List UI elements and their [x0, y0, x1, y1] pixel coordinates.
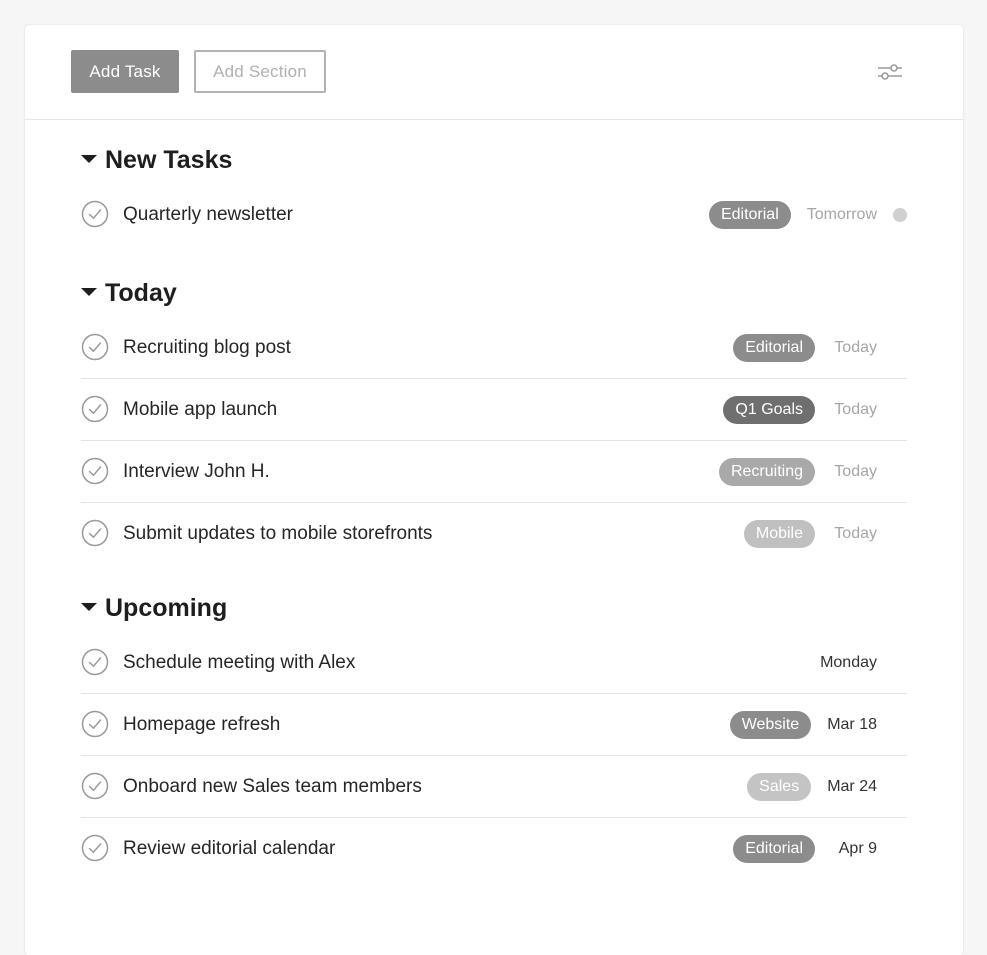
task-title: Submit updates to mobile storefronts	[123, 523, 433, 544]
toolbar: Add Task Add Section	[25, 25, 963, 120]
due-date: Mar 24	[827, 777, 877, 795]
due-date: Tomorrow	[806, 205, 877, 223]
check-circle-icon[interactable]	[81, 395, 109, 423]
caret-down-icon[interactable]	[81, 155, 97, 163]
check-circle-icon[interactable]	[81, 710, 109, 738]
task-row[interactable]: Schedule meeting with Alex Monday	[81, 632, 907, 694]
tag-badge[interactable]: Sales	[747, 772, 812, 801]
tag-badge[interactable]: Editorial	[733, 333, 815, 362]
section-header[interactable]: New Tasks	[81, 144, 907, 176]
task-title: Mobile app launch	[123, 399, 278, 420]
task-row[interactable]: Submit updates to mobile storefronts Mob…	[81, 503, 907, 564]
check-circle-icon[interactable]	[81, 772, 109, 800]
task-row[interactable]: Onboard new Sales team members Sales Mar…	[81, 756, 907, 818]
section-header[interactable]: Upcoming	[81, 592, 907, 624]
due-date: Today	[834, 462, 877, 480]
add-task-button[interactable]: Add Task	[71, 50, 179, 93]
section-title: Today	[105, 279, 177, 307]
task-row[interactable]: Quarterly newsletter Editorial Tomorrow	[81, 184, 907, 245]
add-section-button[interactable]: Add Section	[194, 50, 326, 93]
task-title: Review editorial calendar	[123, 838, 336, 859]
due-date: Today	[834, 524, 877, 542]
task-row[interactable]: Review editorial calendar Editorial Apr …	[81, 818, 907, 879]
due-date: Mar 18	[827, 715, 877, 733]
task-list-card: Add Task Add Section New Tasks Quarterly…	[25, 25, 963, 955]
section-header[interactable]: Today	[81, 277, 907, 309]
tag-badge[interactable]: Q1 Goals	[723, 395, 815, 424]
tag-badge[interactable]: Mobile	[743, 519, 815, 548]
check-circle-icon[interactable]	[81, 200, 109, 228]
task-title: Interview John H.	[123, 461, 270, 482]
caret-down-icon[interactable]	[81, 603, 97, 611]
tag-badge[interactable]: Recruiting	[718, 457, 815, 486]
task-row[interactable]: Recruiting blog post Editorial Today	[81, 317, 907, 379]
section-title: New Tasks	[105, 146, 233, 174]
section-new-tasks: New Tasks Quarterly newsletter Editorial…	[81, 144, 907, 245]
due-date: Apr 9	[838, 839, 877, 857]
check-circle-icon[interactable]	[81, 648, 109, 676]
task-title: Schedule meeting with Alex	[123, 652, 356, 673]
section-today: Today Recruiting blog post Editorial Tod…	[81, 277, 907, 564]
task-title: Quarterly newsletter	[123, 204, 294, 225]
task-title: Onboard new Sales team members	[123, 776, 422, 797]
check-circle-icon[interactable]	[81, 333, 109, 361]
task-title: Recruiting blog post	[123, 337, 291, 358]
status-dot	[893, 208, 907, 222]
due-date: Monday	[820, 653, 877, 671]
caret-down-icon[interactable]	[81, 288, 97, 296]
tag-badge[interactable]: Website	[729, 710, 812, 739]
task-row[interactable]: Interview John H. Recruiting Today	[81, 441, 907, 503]
tag-badge[interactable]: Editorial	[733, 834, 815, 863]
task-title: Homepage refresh	[123, 714, 281, 735]
check-circle-icon[interactable]	[81, 834, 109, 862]
task-row[interactable]: Homepage refresh Website Mar 18	[81, 694, 907, 756]
section-title: Upcoming	[105, 594, 228, 622]
section-upcoming: Upcoming Schedule meeting with Alex Mond…	[81, 592, 907, 879]
check-circle-icon[interactable]	[81, 519, 109, 547]
check-circle-icon[interactable]	[81, 457, 109, 485]
due-date: Today	[834, 400, 877, 418]
sliders-icon[interactable]	[877, 61, 903, 83]
task-row[interactable]: Mobile app launch Q1 Goals Today	[81, 379, 907, 441]
due-date: Today	[834, 338, 877, 356]
tag-badge[interactable]: Editorial	[708, 200, 791, 229]
